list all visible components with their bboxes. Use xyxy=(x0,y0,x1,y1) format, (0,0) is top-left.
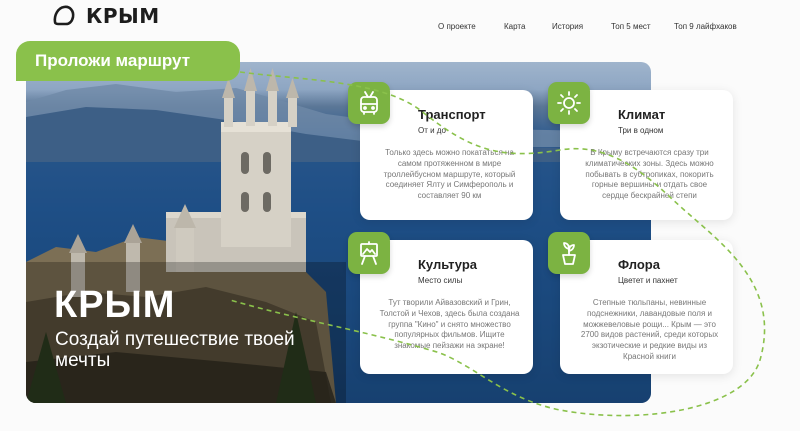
card-subtitle: Место силы xyxy=(418,276,463,285)
card-body: В Крыму встречаются сразу три климатичес… xyxy=(585,148,714,201)
card-body: Тут творили Айвазовский и Грин, Толстой … xyxy=(379,298,520,351)
card-subtitle: Три в одном xyxy=(618,126,664,135)
sun-icon-box xyxy=(548,82,590,124)
card-climate[interactable]: Климат Три в одном В Крыму встречаются с… xyxy=(548,82,733,220)
card-title: Флора xyxy=(618,257,660,272)
plant-icon xyxy=(562,242,576,265)
nav-history[interactable]: История xyxy=(552,22,583,31)
card-body: Только здесь можно покататься на самом п… xyxy=(383,148,516,201)
card-flora[interactable]: Флора Цветет и пахнет Степные тюльпаны, … xyxy=(548,232,733,374)
trolleybus-icon xyxy=(360,91,378,115)
card-title: Климат xyxy=(618,107,666,122)
card-body: Степные тюльпаны, невинные подснежники, … xyxy=(580,298,719,361)
route-button[interactable]: Проложи маршрут xyxy=(16,41,240,81)
card-title: Транспорт xyxy=(418,107,486,122)
hero-title: КРЫМ xyxy=(54,284,176,326)
card-subtitle: Цветет и пахнет xyxy=(618,276,678,285)
trolleybus-icon-box xyxy=(348,82,390,124)
card-title: Культура xyxy=(418,257,478,272)
card-culture[interactable]: Культура Место силы Тут творили Айвазовс… xyxy=(348,232,533,374)
plant-icon-box xyxy=(548,232,590,274)
card-transport[interactable]: Транспорт От и до Только здесь можно пок… xyxy=(348,82,533,220)
hero-subtitle: Создай путешествие твоей мечты xyxy=(55,329,295,371)
nav-top-places[interactable]: Топ 5 мест xyxy=(611,22,651,31)
site-logo[interactable]: КРЫМ xyxy=(52,4,160,28)
card-subtitle: От и до xyxy=(418,126,446,135)
logo-text: КРЫМ xyxy=(86,4,160,28)
easel-icon-box xyxy=(348,232,390,274)
nav-about[interactable]: О проекте xyxy=(438,22,476,31)
easel-icon xyxy=(360,241,378,265)
sun-icon xyxy=(557,91,581,115)
logo-icon xyxy=(53,5,75,26)
nav-map[interactable]: Карта xyxy=(504,22,525,31)
nav-top-lifehacks[interactable]: Топ 9 лайфхаков xyxy=(674,22,737,31)
